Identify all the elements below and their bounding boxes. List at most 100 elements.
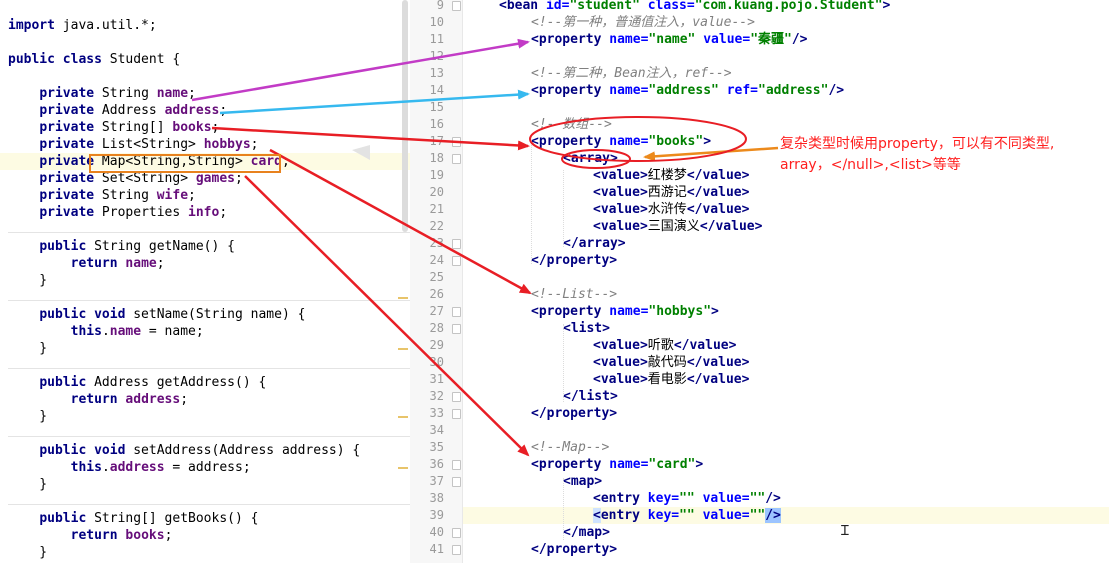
- xml-line[interactable]: [463, 99, 1109, 116]
- xml-line[interactable]: <property name="name" value="秦疆"/>: [463, 31, 1109, 48]
- warning-marker[interactable]: [398, 348, 408, 350]
- java-line-text: public String[] getBooks() {: [39, 511, 259, 526]
- xml-editor[interactable]: <bean id="student" class="com.kuang.pojo…: [463, 0, 1109, 563]
- java-line[interactable]: import java.util.*;: [0, 17, 410, 34]
- fold-toggle-icon[interactable]: [452, 256, 461, 266]
- java-line[interactable]: public class Student {: [0, 51, 410, 68]
- java-line-text: return name;: [70, 256, 165, 271]
- line-number: 28: [429, 321, 444, 335]
- java-line[interactable]: return address;: [0, 391, 410, 408]
- xml-line-text: <!--Map-->: [531, 440, 610, 455]
- line-number: 20: [429, 185, 444, 199]
- java-line[interactable]: private List<String> hobbys;: [0, 136, 410, 153]
- line-number: 40: [429, 525, 444, 539]
- line-number: 15: [429, 100, 444, 114]
- xml-line[interactable]: <property name="hobbys">: [463, 303, 1109, 320]
- java-line[interactable]: [0, 357, 410, 374]
- warning-marker[interactable]: [398, 297, 408, 299]
- java-line[interactable]: [0, 425, 410, 442]
- xml-line[interactable]: <map>: [463, 473, 1109, 490]
- fold-toggle-icon[interactable]: [452, 409, 461, 419]
- java-line[interactable]: [0, 34, 410, 51]
- line-number: 41: [429, 542, 444, 556]
- xml-line[interactable]: <value>水浒传</value>: [463, 201, 1109, 218]
- warning-marker[interactable]: [398, 416, 408, 418]
- java-line[interactable]: private Properties info;: [0, 204, 410, 221]
- java-line[interactable]: return name;: [0, 255, 410, 272]
- xml-line[interactable]: <property name="card">: [463, 456, 1109, 473]
- xml-line[interactable]: <entry key="" value=""/>: [463, 490, 1109, 507]
- java-line[interactable]: private Address address;: [0, 102, 410, 119]
- java-line-text: this.name = name;: [70, 324, 204, 339]
- xml-line-text: <!--数组-->: [531, 117, 612, 132]
- fold-toggle-icon[interactable]: [452, 154, 461, 164]
- xml-line[interactable]: <entry key="" value=""/>: [463, 507, 1109, 524]
- java-line[interactable]: [0, 493, 410, 510]
- line-number: 34: [429, 423, 444, 437]
- line-number: 31: [429, 372, 444, 386]
- fold-toggle-icon[interactable]: [452, 239, 461, 249]
- xml-line[interactable]: <value>敲代码</value>: [463, 354, 1109, 371]
- warning-marker[interactable]: [398, 467, 408, 469]
- xml-line[interactable]: <!--List-->: [463, 286, 1109, 303]
- java-line[interactable]: }: [0, 408, 410, 425]
- java-line[interactable]: [0, 221, 410, 238]
- fold-toggle-icon[interactable]: [452, 1, 461, 11]
- xml-line[interactable]: <value>三国演义</value>: [463, 218, 1109, 235]
- java-line[interactable]: public void setAddress(Address address) …: [0, 442, 410, 459]
- java-line[interactable]: }: [0, 544, 410, 561]
- java-line-text: }: [8, 273, 48, 288]
- xml-line[interactable]: </list>: [463, 388, 1109, 405]
- xml-line[interactable]: <value>看电影</value>: [463, 371, 1109, 388]
- java-line[interactable]: [0, 68, 410, 85]
- java-editor[interactable]: import java.util.*; public class Student …: [0, 0, 410, 563]
- line-number: 10: [429, 15, 444, 29]
- java-line[interactable]: public Address getAddress() {: [0, 374, 410, 391]
- fold-toggle-icon[interactable]: [452, 460, 461, 470]
- java-line[interactable]: private String wife;: [0, 187, 410, 204]
- fold-toggle-icon[interactable]: [452, 528, 461, 538]
- xml-line[interactable]: </array>: [463, 235, 1109, 252]
- xml-line[interactable]: <!--数组-->: [463, 116, 1109, 133]
- xml-line[interactable]: <bean id="student" class="com.kuang.pojo…: [463, 0, 1109, 14]
- java-line[interactable]: [0, 289, 410, 306]
- java-line[interactable]: this.address = address;: [0, 459, 410, 476]
- xml-line[interactable]: <!--第一种，普通值注入，value-->: [463, 14, 1109, 31]
- xml-line[interactable]: </property>: [463, 405, 1109, 422]
- xml-line[interactable]: </property>: [463, 252, 1109, 269]
- xml-line[interactable]: </property>: [463, 541, 1109, 558]
- java-line[interactable]: public String[] getBooks() {: [0, 510, 410, 527]
- fold-toggle-icon[interactable]: [452, 545, 461, 555]
- xml-line[interactable]: <!--第二种，Bean注入，ref-->: [463, 65, 1109, 82]
- xml-line[interactable]: </map>: [463, 524, 1109, 541]
- java-line[interactable]: }: [0, 272, 410, 289]
- java-line[interactable]: }: [0, 340, 410, 357]
- xml-line[interactable]: <value>听歌</value>: [463, 337, 1109, 354]
- java-line-text: private Properties info;: [39, 205, 228, 220]
- fold-toggle-icon[interactable]: [452, 324, 461, 334]
- fold-toggle-icon[interactable]: [452, 307, 461, 317]
- xml-line-text: <value>敲代码</value>: [593, 355, 750, 370]
- xml-line[interactable]: <list>: [463, 320, 1109, 337]
- java-line[interactable]: private String[] books;: [0, 119, 410, 136]
- java-line[interactable]: return books;: [0, 527, 410, 544]
- fold-toggle-icon[interactable]: [452, 477, 461, 487]
- xml-line[interactable]: <property name="address" ref="address"/>: [463, 82, 1109, 99]
- xml-line[interactable]: [463, 422, 1109, 439]
- java-line[interactable]: this.name = name;: [0, 323, 410, 340]
- method-separator: [8, 232, 410, 233]
- java-line[interactable]: }: [0, 476, 410, 493]
- xml-line-text: <entry key="" value=""/>: [593, 491, 781, 506]
- java-line[interactable]: private String name;: [0, 85, 410, 102]
- xml-line[interactable]: [463, 269, 1109, 286]
- xml-line[interactable]: [463, 48, 1109, 65]
- annotation-note: 复杂类型时候用property，可以有不同类型, array，</null>,<…: [780, 134, 1105, 176]
- editor-scrollbar[interactable]: [402, 0, 408, 232]
- fold-toggle-icon[interactable]: [452, 137, 461, 147]
- java-line[interactable]: public String getName() {: [0, 238, 410, 255]
- xml-line[interactable]: <!--Map-->: [463, 439, 1109, 456]
- java-line[interactable]: public void setName(String name) {: [0, 306, 410, 323]
- xml-line-text: <!--List-->: [531, 287, 618, 302]
- xml-line[interactable]: <value>西游记</value>: [463, 184, 1109, 201]
- fold-toggle-icon[interactable]: [452, 392, 461, 402]
